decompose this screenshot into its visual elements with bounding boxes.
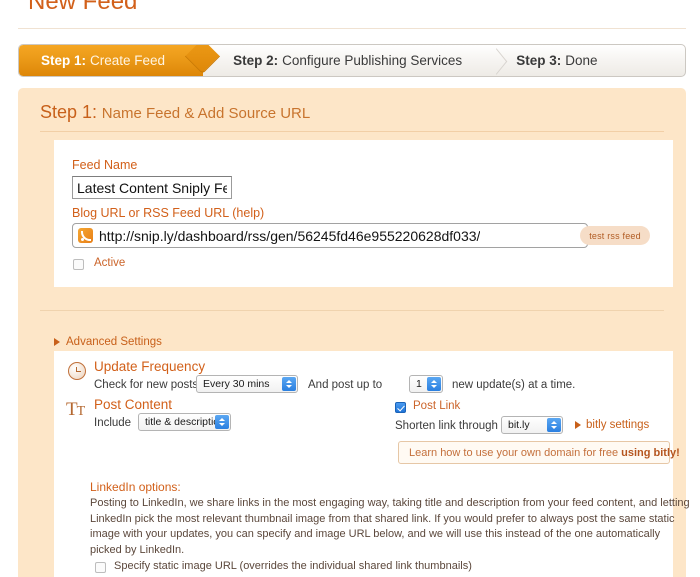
- title-divider: [18, 28, 686, 29]
- feed-name-input[interactable]: [72, 176, 232, 199]
- include-value: title & description: [145, 416, 225, 428]
- bitly-notice-link[interactable]: using bitly!: [621, 447, 680, 459]
- post-link-label: Post Link: [413, 400, 461, 412]
- static-image-checkbox[interactable]: [95, 562, 106, 573]
- advanced-settings-toggle[interactable]: Advanced Settings: [54, 336, 162, 348]
- post-count-stepper[interactable]: 1: [409, 375, 443, 393]
- include-arrows-icon: [215, 415, 229, 429]
- chevron-right-icon-bitly: [575, 421, 581, 429]
- feed-url-value: http://snip.ly/dashboard/rss/gen/56245fd…: [99, 227, 481, 244]
- step-3-number: Step 3:: [516, 53, 562, 68]
- feed-name-label: Feed Name: [72, 158, 138, 172]
- panel-heading-step: Step 1:: [40, 102, 98, 122]
- linkedin-options-title: LinkedIn options:: [90, 480, 181, 494]
- active-checkbox[interactable]: [73, 259, 84, 270]
- step-1-label: Create Feed: [90, 53, 166, 68]
- static-image-label: Specify static image URL (overrides the …: [114, 560, 472, 572]
- step-progress-bar: Step 1: Create Feed Step 2: Configure Pu…: [18, 44, 686, 77]
- update-interval-value: Every 30 mins: [203, 378, 270, 390]
- post-content-title: Post Content: [94, 397, 173, 412]
- feed-details-card: Feed Name Blog URL or RSS Feed URL (help…: [54, 140, 673, 287]
- panel-heading-divider: [40, 131, 664, 132]
- step-3-done[interactable]: Step 3: Done: [486, 45, 621, 76]
- shorten-link-label: Shorten link through: [395, 420, 498, 432]
- bitly-settings-label: bitly settings: [586, 419, 650, 431]
- check-new-posts-label: Check for new posts: [94, 379, 199, 391]
- shortener-value: bit.ly: [508, 419, 530, 431]
- step-1-panel: Step 1: Name Feed & Add Source URL Feed …: [18, 88, 690, 577]
- advanced-settings-card: Update Frequency Check for new posts Eve…: [54, 351, 690, 577]
- bitly-domain-notice: Learn how to use your own domain for fre…: [398, 441, 680, 464]
- bitly-notice-text: Learn how to use your own domain for fre…: [409, 446, 619, 459]
- linkedin-options-body: Posting to LinkedIn, we share links in t…: [90, 497, 690, 556]
- rss-icon: [78, 228, 93, 243]
- include-select[interactable]: title & description: [138, 413, 231, 431]
- active-checkbox-label: Active: [94, 257, 126, 269]
- updates-at-a-time-label: new update(s) at a time.: [452, 379, 576, 391]
- step-2-label: Configure Publishing Services: [282, 53, 463, 68]
- advanced-divider: [40, 310, 664, 311]
- step-1-number: Step 1:: [41, 53, 87, 68]
- text-format-icon: TT: [66, 399, 85, 420]
- update-frequency-title: Update Frequency: [94, 359, 206, 374]
- shortener-arrows-icon: [547, 418, 561, 432]
- panel-heading: Step 1: Name Feed & Add Source URL: [40, 102, 310, 123]
- page-root: New Feed Step 1: Create Feed Step 2: Con…: [0, 0, 700, 577]
- update-interval-select[interactable]: Every 30 mins: [196, 375, 298, 393]
- step-3-label: Done: [565, 53, 598, 68]
- test-rss-feed-button[interactable]: test rss feed: [580, 226, 650, 245]
- panel-heading-text: Name Feed & Add Source URL: [101, 105, 311, 122]
- chevron-right-icon: [54, 338, 60, 346]
- feed-url-label: Blog URL or RSS Feed URL (help): [72, 206, 265, 220]
- clock-icon: [68, 362, 86, 380]
- post-count-arrows-icon: [427, 377, 441, 391]
- step-1-create-feed[interactable]: Step 1: Create Feed: [19, 45, 204, 76]
- advanced-settings-label: Advanced Settings: [66, 336, 162, 348]
- feed-url-input[interactable]: http://snip.ly/dashboard/rss/gen/56245fd…: [72, 223, 588, 248]
- bitly-settings-link[interactable]: bitly settings: [575, 419, 649, 431]
- step-2-number: Step 2:: [233, 53, 279, 68]
- post-count-value: 1: [416, 378, 422, 390]
- stepper-arrows-icon: [282, 377, 296, 391]
- include-label: Include: [94, 417, 132, 429]
- post-link-checkbox[interactable]: [395, 402, 406, 413]
- step-2-configure-publishing-services[interactable]: Step 2: Configure Publishing Services: [203, 45, 486, 76]
- shortener-select[interactable]: bit.ly: [501, 416, 563, 434]
- post-up-to-label: And post up to: [308, 379, 383, 391]
- page-title: New Feed: [28, 0, 138, 15]
